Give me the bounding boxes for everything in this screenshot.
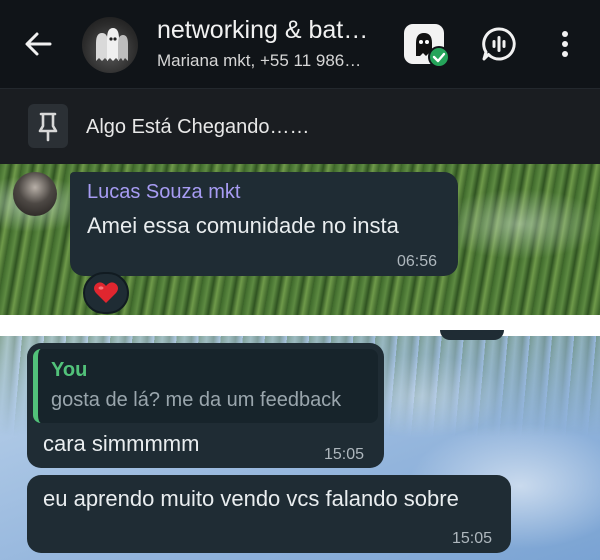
reaction-heart[interactable] — [83, 272, 129, 314]
voice-chat-icon[interactable] — [480, 25, 518, 63]
message-time: 15:05 — [452, 530, 493, 547]
message-text: eu aprendo muito vendo vcs falando sobre — [43, 486, 459, 511]
message-time: 06:56 — [397, 253, 438, 270]
quote-text: gosta de lá? me da um feedback — [51, 389, 342, 411]
chat-title[interactable]: networking & bat… — [157, 16, 387, 45]
sender-avatar[interactable] — [13, 172, 57, 216]
group-avatar[interactable] — [82, 17, 138, 73]
ghost-group-icon — [96, 28, 128, 61]
chat-members[interactable]: Mariana mkt, +55 11 986… — [157, 51, 387, 71]
quote-author: You — [51, 359, 88, 381]
bubble-edge — [440, 330, 504, 340]
back-arrow-icon[interactable] — [20, 26, 56, 62]
heart-icon — [94, 282, 118, 303]
pinned-message-text[interactable]: Algo Está Chegando…… — [86, 116, 309, 139]
message-text: Amei essa comunidade no insta — [87, 213, 399, 238]
wallpaper-gap — [0, 315, 600, 336]
check-badge-icon — [428, 46, 450, 68]
more-vertical-icon[interactable] — [553, 26, 577, 62]
pin-icon — [28, 104, 68, 148]
message-time: 15:05 — [324, 446, 365, 463]
sender-name[interactable]: Lucas Souza mkt — [87, 181, 240, 204]
message-text: cara simmmmm — [43, 431, 200, 456]
